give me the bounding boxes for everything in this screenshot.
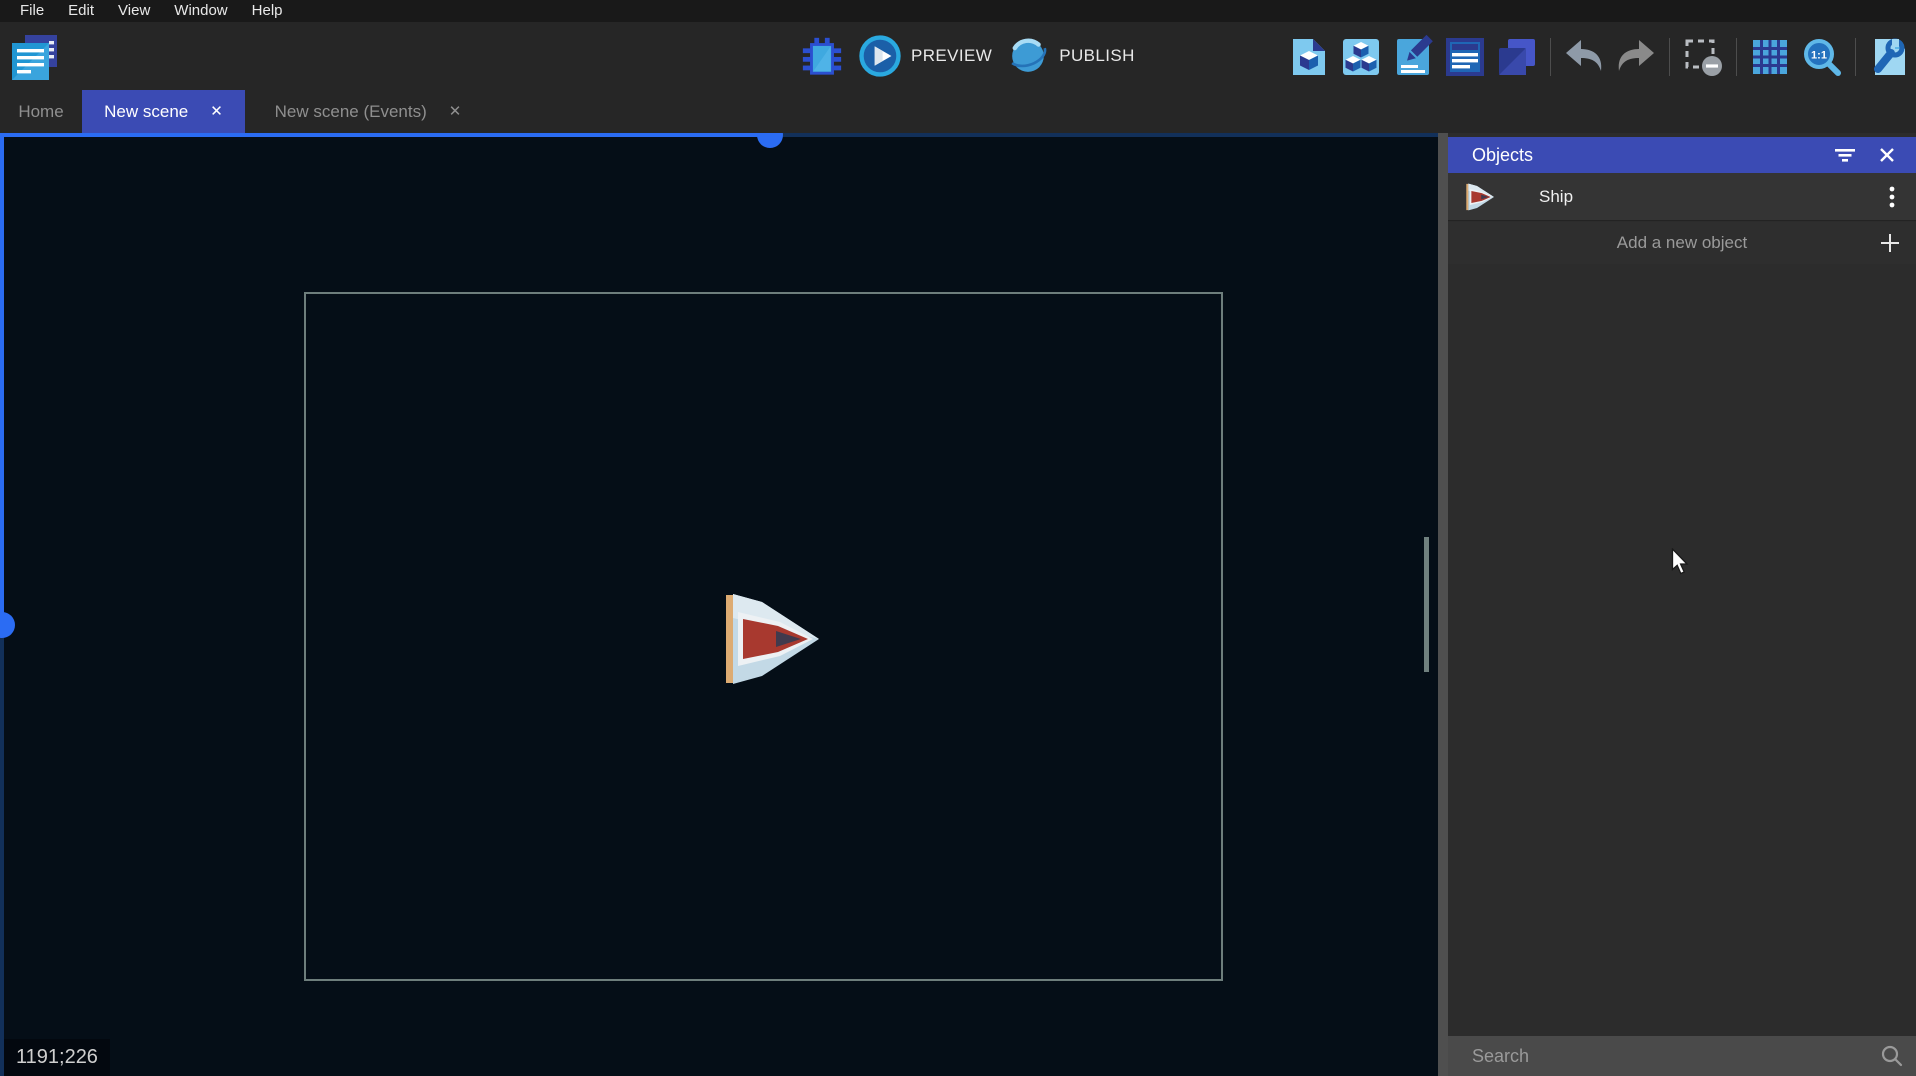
redo-icon[interactable] xyxy=(1614,35,1658,79)
tab-home-label: Home xyxy=(18,102,63,122)
ship-sprite-instance[interactable] xyxy=(722,592,822,686)
debug-icon[interactable] xyxy=(800,34,844,78)
wrench-icon[interactable] xyxy=(1867,35,1911,79)
preview-button[interactable]: PREVIEW xyxy=(858,34,992,78)
horizontal-scrollbar-track[interactable] xyxy=(760,133,1438,137)
cursor-coordinates-badge: 1191;226 xyxy=(4,1039,110,1076)
publish-button[interactable]: PUBLISH xyxy=(1006,34,1135,78)
tab-new-scene-events[interactable]: New scene (Events) ✕ xyxy=(245,90,491,133)
scene-editor-canvas[interactable]: 1191;226 xyxy=(0,133,1438,1076)
right-edge-scrollbar-thumb[interactable] xyxy=(1424,537,1429,672)
toolbar-divider xyxy=(1855,38,1856,76)
menu-item-window[interactable]: Window xyxy=(162,0,239,22)
objects-panel: Objects Ship Add a new object xyxy=(1448,133,1916,1076)
toolbar-divider xyxy=(1736,38,1737,76)
toolbar-divider xyxy=(1550,38,1551,76)
close-icon[interactable]: ✕ xyxy=(449,104,462,119)
menu-bar: File Edit View Window Help xyxy=(0,0,1916,22)
add-new-object-label: Add a new object xyxy=(1617,233,1747,253)
tab-home[interactable]: Home xyxy=(0,90,82,133)
scene-tools-group: 1:1 xyxy=(1287,31,1911,83)
tab-new-scene[interactable]: New scene ✕ xyxy=(82,90,245,133)
menu-item-help[interactable]: Help xyxy=(240,0,295,22)
vertical-scrollbar-thumb[interactable] xyxy=(0,612,15,638)
editor-tabs: Home New scene ✕ New scene (Events) ✕ xyxy=(0,90,1916,133)
tab-new-scene-events-label: New scene (Events) xyxy=(275,102,427,122)
project-manager-icon[interactable] xyxy=(8,32,60,84)
objects-panel-header: Objects xyxy=(1448,137,1916,173)
grid-icon[interactable] xyxy=(1748,35,1792,79)
search-icon xyxy=(1880,1044,1904,1068)
menu-item-view[interactable]: View xyxy=(106,0,162,22)
properties-icon[interactable] xyxy=(1391,35,1435,79)
publish-label: PUBLISH xyxy=(1059,46,1135,66)
mouse-cursor xyxy=(1671,548,1689,576)
main-toolbar: PREVIEW PUBLISH xyxy=(0,22,1916,90)
panel-resize-handle[interactable] xyxy=(1438,133,1448,1076)
toolbar-divider xyxy=(1669,38,1670,76)
object-name: Ship xyxy=(1539,187,1882,207)
publish-icon xyxy=(1006,34,1050,78)
layers-icon[interactable] xyxy=(1495,35,1539,79)
vertical-scrollbar-track[interactable] xyxy=(0,625,4,1076)
plus-icon xyxy=(1878,231,1902,255)
object-menu-icon[interactable] xyxy=(1882,184,1902,210)
horizontal-scrollbar-thumb[interactable] xyxy=(757,133,783,148)
preview-toolbar-group: PREVIEW PUBLISH xyxy=(800,30,1135,82)
objects-panel-title: Objects xyxy=(1448,145,1832,166)
tab-new-scene-label: New scene xyxy=(104,102,188,122)
search-input[interactable] xyxy=(1448,1046,1880,1067)
close-icon[interactable]: ✕ xyxy=(210,104,223,119)
preview-play-icon xyxy=(858,34,902,78)
add-new-object-button[interactable]: Add a new object xyxy=(1448,222,1916,264)
objects-search-bar xyxy=(1448,1036,1916,1076)
horizontal-scrollbar[interactable] xyxy=(0,133,760,137)
undo-icon[interactable] xyxy=(1562,35,1606,79)
ship-object-thumbnail-icon xyxy=(1465,183,1495,211)
objects-editor-icon[interactable] xyxy=(1287,35,1331,79)
menu-item-file[interactable]: File xyxy=(8,0,56,22)
filter-icon[interactable] xyxy=(1832,142,1858,168)
preview-label: PREVIEW xyxy=(911,46,992,66)
menu-item-edit[interactable]: Edit xyxy=(56,0,106,22)
vertical-scrollbar[interactable] xyxy=(0,133,4,625)
deselect-instances-icon[interactable] xyxy=(1681,35,1725,79)
object-groups-icon[interactable] xyxy=(1339,35,1383,79)
close-icon[interactable] xyxy=(1874,142,1900,168)
instances-list-icon[interactable] xyxy=(1443,35,1487,79)
zoom-1-1-icon[interactable]: 1:1 xyxy=(1800,35,1844,79)
object-list-item-ship[interactable]: Ship xyxy=(1448,173,1916,221)
svg-text:1:1: 1:1 xyxy=(1811,50,1827,62)
